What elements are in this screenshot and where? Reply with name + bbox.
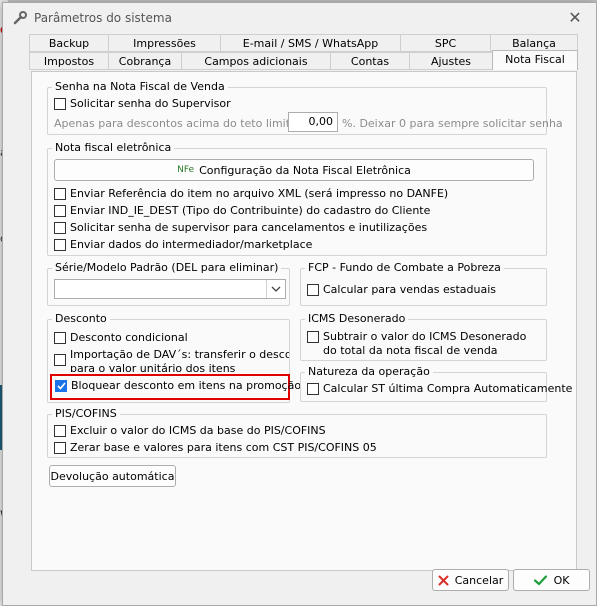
checkbox-label: Desconto condicional xyxy=(70,331,188,344)
checkbox-row[interactable]: Enviar IND_IE_DEST (Tipo do Contribuinte… xyxy=(54,204,430,217)
tab-impressoes[interactable]: Impressões xyxy=(108,34,221,52)
tab-campos-adicionais[interactable]: Campos adicionais xyxy=(181,52,331,70)
group-title: Série/Modelo Padrão (DEL para eliminar) xyxy=(52,261,282,274)
checkbox-row[interactable]: Solicitar senha de supervisor para cance… xyxy=(54,221,427,234)
checkbox-label-line1: Importação de DAV´s: transferir o descon… xyxy=(70,348,289,361)
checkbox[interactable] xyxy=(54,221,66,234)
checkbox-label: Solicitar senha do Supervisor xyxy=(70,97,231,110)
ok-label: OK xyxy=(553,573,570,587)
cancel-x-icon xyxy=(438,575,449,585)
limit-suffix: %. Deixar 0 para sempre solicitar senha xyxy=(342,117,563,130)
checkbox[interactable] xyxy=(307,331,319,343)
serie-select[interactable] xyxy=(54,279,286,299)
checkbox-label-line2: para o valor unitário dos itens xyxy=(70,362,236,372)
title-bar: Parâmetros do sistema ✕ xyxy=(3,3,596,33)
checkbox-row[interactable]: Desconto condicional xyxy=(54,331,188,344)
checkbox-label: Excluir o valor do ICMS da base do PIS/C… xyxy=(70,424,326,437)
checkbox-row[interactable]: Calcular para vendas estaduais xyxy=(307,283,496,296)
checkbox-label: Enviar dados do intermediador/marketplac… xyxy=(70,238,313,251)
tab-spc[interactable]: SPC xyxy=(400,34,491,52)
tab-email-sms-whatsapp[interactable]: E-mail / SMS / WhatsApp xyxy=(220,34,401,52)
checkbox[interactable] xyxy=(54,238,66,251)
group-serie-modelo: Série/Modelo Padrão (DEL para eliminar) xyxy=(47,261,290,306)
ok-button[interactable]: OK xyxy=(513,569,590,591)
chevron-down-icon[interactable] xyxy=(266,280,285,298)
tab-contas[interactable]: Contas xyxy=(330,52,410,70)
tab-panel-nota-fiscal: Senha na Nota Fiscal de Venda Solicitar … xyxy=(31,71,577,571)
nfe-config-label: Configuração da Nota Fiscal Eletrônica xyxy=(199,163,411,177)
checkbox[interactable] xyxy=(307,283,319,296)
wrench-icon xyxy=(13,11,27,25)
tab-backup[interactable]: Backup xyxy=(29,34,109,52)
tab-ajustes[interactable]: Ajustes xyxy=(409,52,493,70)
group-title: Nota fiscal eletrônica xyxy=(52,141,175,154)
group-title: ICMS Desonerado xyxy=(305,312,409,325)
group-title: Senha na Nota Fiscal de Venda xyxy=(52,80,228,93)
cancel-label: Cancelar xyxy=(454,573,504,587)
checkbox-row[interactable]: Bloquear desconto em itens na promoção xyxy=(55,379,301,392)
nfe-icon: NFe xyxy=(177,165,195,175)
tab-impostos[interactable]: Impostos xyxy=(29,52,109,70)
checkbox-label: Importação de DAV´s: transferir o descon… xyxy=(70,348,289,372)
group-natureza-operacao: Natureza da operação Calcular ST última … xyxy=(300,365,572,402)
checkbox-label: Solicitar senha de supervisor para cance… xyxy=(70,221,428,234)
checkbox-label-line2: do total da nota fiscal de venda xyxy=(323,344,498,357)
checkbox[interactable] xyxy=(54,441,66,454)
limit-prefix: Apenas para descontos acima do teto limi… xyxy=(54,117,318,130)
tab-cobranca[interactable]: Cobrança xyxy=(108,52,182,70)
devolucao-automatica-button[interactable]: Devolução automática xyxy=(49,465,176,487)
group-nota-fiscal-eletronica: Nota fiscal eletrônica NFe Configuração … xyxy=(47,141,547,256)
checkbox-label-line1: Subtrair o valor do ICMS Desonerado xyxy=(323,330,527,343)
checkbox[interactable] xyxy=(54,204,66,217)
checkbox-row[interactable]: Importação de DAV´s: transferir o descon… xyxy=(54,348,289,372)
parameters-dialog: Parâmetros do sistema ✕ Backup Impressõe… xyxy=(2,2,597,606)
checkbox-row[interactable]: Calcular ST última Compra Automaticament… xyxy=(307,382,572,395)
check-icon xyxy=(533,574,547,586)
checkbox-label: Calcular para vendas estaduais xyxy=(323,283,497,296)
checkbox-label: Subtrair o valor do ICMS Desonerado do t… xyxy=(323,330,526,358)
group-title: Natureza da operação xyxy=(305,365,433,378)
group-title: Desconto xyxy=(52,312,110,325)
group-title: FCP - Fundo de Combate a Pobreza xyxy=(305,261,504,274)
checkbox[interactable] xyxy=(54,354,66,366)
checkbox-row[interactable]: Subtrair o valor do ICMS Desonerado do t… xyxy=(307,330,545,360)
group-pis-cofins: PIS/COFINS Excluir o valor do ICMS da ba… xyxy=(47,407,547,458)
group-title: PIS/COFINS xyxy=(52,407,120,420)
close-button[interactable]: ✕ xyxy=(560,7,590,29)
group-desconto: Desconto Desconto condicional Importação… xyxy=(47,312,301,403)
checkbox-label: Bloquear desconto em itens na promoção xyxy=(71,379,302,392)
checkbox-row[interactable]: Solicitar senha do Supervisor xyxy=(54,97,231,110)
checkbox-label: Zerar base e valores para itens com CST … xyxy=(70,441,377,454)
checkbox-row[interactable]: Zerar base e valores para itens com CST … xyxy=(54,441,377,454)
tab-nota-fiscal[interactable]: Nota Fiscal xyxy=(492,50,578,70)
checkbox[interactable] xyxy=(307,382,319,395)
limit-percent-input[interactable]: 0,00 xyxy=(288,112,338,132)
checkbox-row[interactable]: Enviar dados do intermediador/marketplac… xyxy=(54,238,312,251)
nfe-config-button[interactable]: NFe Configuração da Nota Fiscal Eletrôni… xyxy=(54,159,534,181)
checkbox-label: Enviar Referência do item no arquivo XML… xyxy=(70,187,449,200)
group-senha-nota-fiscal: Senha na Nota Fiscal de Venda Solicitar … xyxy=(47,80,563,135)
checkbox-label: Calcular ST última Compra Automaticament… xyxy=(323,382,573,395)
window-title: Parâmetros do sistema xyxy=(34,11,172,25)
checkbox-row[interactable]: Enviar Referência do item no arquivo XML… xyxy=(54,187,448,200)
checkbox[interactable] xyxy=(54,331,66,344)
checkbox-row[interactable]: Excluir o valor do ICMS da base do PIS/C… xyxy=(54,424,326,437)
group-icms-desonerado: ICMS Desonerado Subtrair o valor do ICMS… xyxy=(300,312,547,361)
group-fcp: FCP - Fundo de Combate a Pobreza Calcula… xyxy=(300,261,547,306)
checkbox-checked[interactable] xyxy=(55,379,67,392)
cancel-button[interactable]: Cancelar xyxy=(432,569,509,591)
checkbox[interactable] xyxy=(54,424,66,437)
checkbox[interactable] xyxy=(54,187,66,200)
checkbox-label: Enviar IND_IE_DEST (Tipo do Contribuinte… xyxy=(70,204,431,217)
checkbox[interactable] xyxy=(54,97,66,110)
